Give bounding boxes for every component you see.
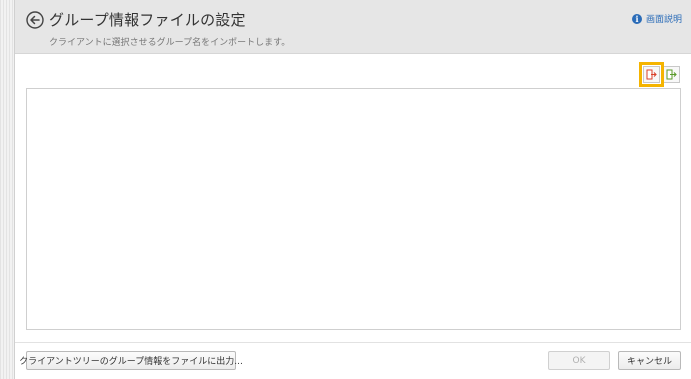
help-link-label: 画面説明 bbox=[645, 15, 682, 25]
info-icon: i bbox=[631, 13, 642, 24]
import-file-button[interactable] bbox=[643, 66, 660, 83]
page-subtitle: クライアントに選択させるグループ名をインポートします。 bbox=[49, 38, 291, 48]
ok-button[interactable]: OK bbox=[548, 351, 610, 370]
help-link[interactable]: i 画面説明 bbox=[631, 12, 682, 25]
footer-divider bbox=[15, 342, 691, 343]
page-title: グループ情報ファイルの設定 bbox=[49, 11, 246, 29]
export-client-tree-button[interactable]: クライアントツリーのグループ情報をファイルに出力... bbox=[19, 351, 243, 370]
export-file-button[interactable] bbox=[663, 66, 680, 83]
page-header: グループ情報ファイルの設定 クライアントに選択させるグループ名をインポートします… bbox=[15, 0, 691, 54]
left-panel-edge bbox=[0, 0, 15, 379]
file-import-icon bbox=[646, 69, 657, 80]
back-arrow-icon bbox=[26, 11, 44, 29]
cancel-button[interactable]: キャンセル bbox=[618, 351, 681, 370]
group-info-text-area[interactable] bbox=[26, 88, 681, 330]
back-button[interactable] bbox=[26, 11, 44, 29]
file-export-icon bbox=[666, 69, 677, 80]
